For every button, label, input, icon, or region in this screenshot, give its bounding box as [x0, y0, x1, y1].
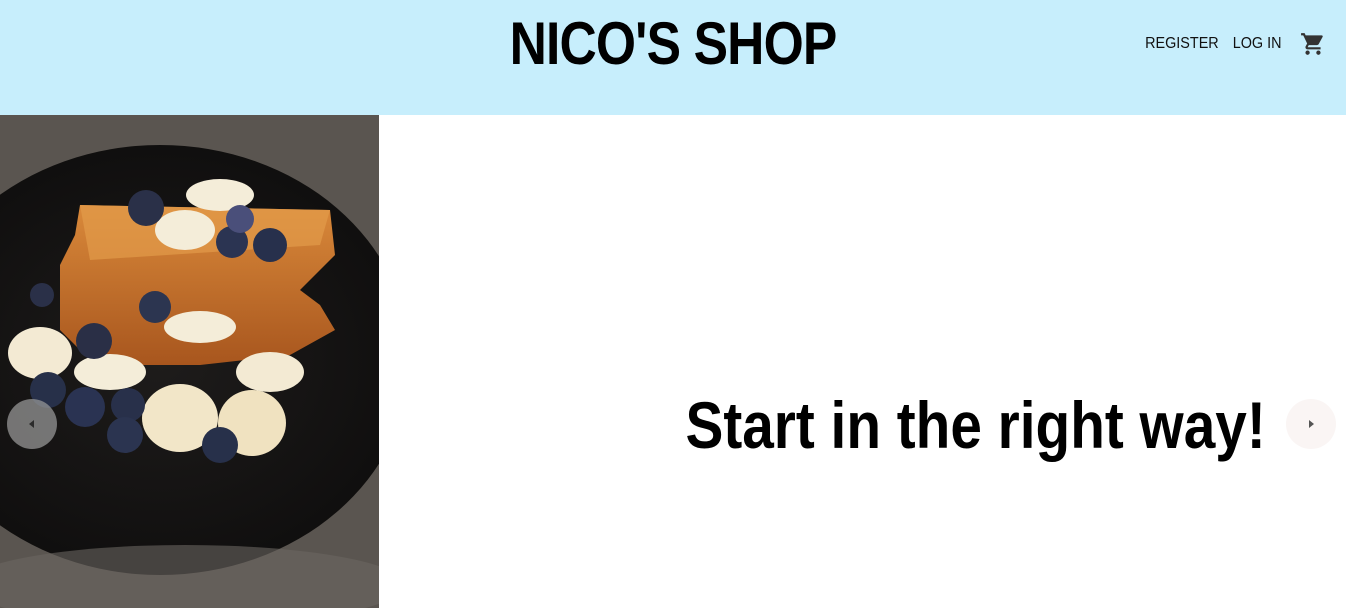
hero-image — [0, 115, 379, 608]
login-link[interactable]: LOG IN — [1233, 30, 1282, 58]
chevron-right-icon — [1309, 420, 1314, 428]
hero-slogan: Start in the right way! — [685, 388, 1266, 462]
site-title[interactable]: NICO'S SHOP — [94, 8, 1252, 80]
hero-carousel: Start in the right way! — [0, 115, 1346, 608]
chevron-left-icon — [29, 420, 34, 428]
shopping-cart-icon-svg — [1301, 33, 1323, 55]
carousel-next-button[interactable] — [1286, 399, 1336, 449]
carousel-prev-button[interactable] — [7, 399, 57, 449]
site-header: NICO'S SHOP REGISTER LOG IN — [0, 0, 1346, 115]
shopping-cart-icon[interactable] — [1300, 31, 1326, 57]
register-link[interactable]: REGISTER — [1145, 30, 1219, 58]
